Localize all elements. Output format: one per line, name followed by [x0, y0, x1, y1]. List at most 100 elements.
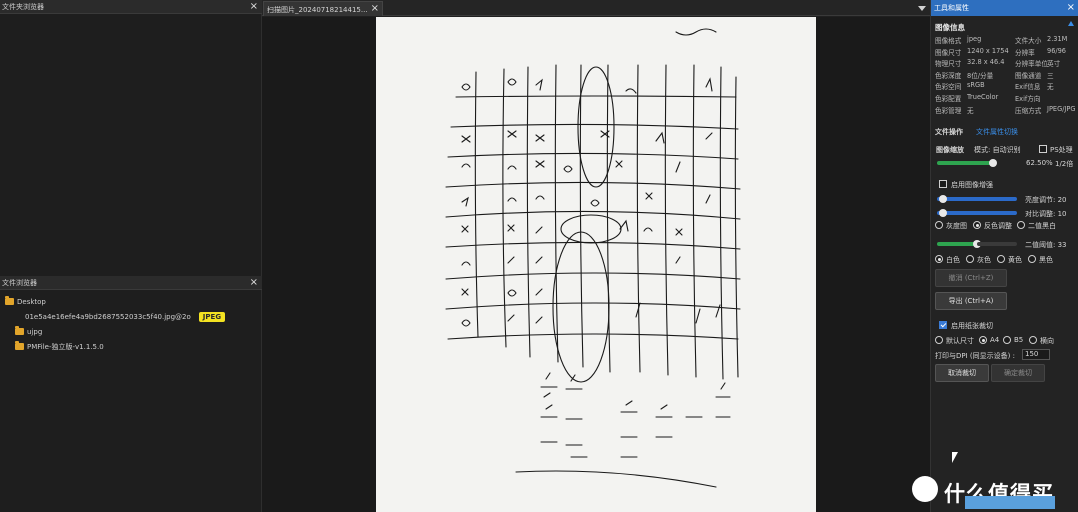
slider-knob[interactable]: [989, 159, 997, 167]
undo-button[interactable]: 撤消 (Ctrl+Z): [935, 269, 1007, 287]
threshold-track: [977, 242, 1017, 246]
contrast-slider[interactable]: [937, 209, 1017, 217]
info-value: TrueColor: [967, 92, 999, 101]
tools-properties-panel: 工具和属性 × 图像信息 图像格式 jpeg 文件大小 2.31M 图像尺寸 1240 …: [930, 0, 1078, 512]
collapse-icon[interactable]: [1068, 21, 1074, 26]
info-value: 32.8 x 46.4: [967, 58, 1005, 67]
left-column: 文件夹浏览器 × 文件浏览器 × Desktop 01e5a4e16efe4a9…: [0, 0, 262, 512]
image-info-title: 图像信息: [935, 23, 965, 32]
folder-browser-panel: 文件夹浏览器 ×: [0, 0, 262, 270]
bg-label: 黑色: [1039, 256, 1053, 264]
close-icon[interactable]: ×: [371, 2, 379, 16]
paper-crop-checkbox[interactable]: [939, 321, 947, 329]
close-icon[interactable]: ×: [1067, 0, 1075, 16]
info-value: 三: [1047, 71, 1054, 80]
tree-item-folder[interactable]: ujpg: [3, 324, 262, 339]
info-value: sRGB: [967, 81, 985, 90]
slider-knob[interactable]: [939, 209, 947, 217]
bg-label: 黄色: [1008, 256, 1022, 264]
info-row: 色彩配置 TrueColor Exif方向: [935, 93, 1078, 105]
info-key: 压缩方式: [1015, 106, 1042, 115]
info-row: 色彩空间 sRGB Exif信息无: [935, 81, 1078, 93]
file-props-toggle-link[interactable]: 文件属性切换: [976, 127, 1018, 137]
close-icon[interactable]: ×: [250, 276, 258, 290]
info-row: 图像尺寸 1240 x 1754 分辨率 96/96: [935, 47, 1078, 59]
paper-crop-label: 启用纸张裁切: [951, 322, 993, 330]
info-value: 无: [967, 106, 974, 115]
info-row: 色彩深度 8位/分量 图像通道三: [935, 70, 1078, 82]
info-value: 无: [1047, 83, 1054, 92]
tree-item-file[interactable]: 01e5a4e16efe4a9bd2687552033c5f40.jpg@2o …: [3, 309, 262, 324]
bg-radio-gray[interactable]: [966, 255, 974, 263]
ps-checkbox[interactable]: [1039, 145, 1047, 153]
size-label: B5: [1014, 336, 1024, 344]
mode-label: 二值黑白: [1028, 222, 1056, 230]
zoom-slider[interactable]: [937, 159, 997, 167]
image-scale-label: 图像缩放: [936, 146, 964, 154]
info-key: 色彩深度: [935, 71, 962, 80]
mode-radio-binary[interactable]: [1017, 221, 1025, 229]
close-icon[interactable]: ×: [250, 0, 258, 14]
info-row: 物理尺寸 32.8 x 46.4 分辨率单位 英寸: [935, 58, 1078, 70]
info-value: 96/96: [1047, 46, 1067, 55]
bg-radio-white[interactable]: [935, 255, 943, 263]
dpi-input[interactable]: 150: [1022, 349, 1050, 360]
info-key: 分辨率单位: [1015, 60, 1048, 69]
bg-radio-yellow[interactable]: [997, 255, 1005, 263]
size-label: 横向: [1040, 337, 1054, 345]
info-value: 1240 x 1754: [967, 46, 1009, 55]
slider-knob[interactable]: [939, 195, 947, 203]
scanned-paper-image: [376, 17, 816, 512]
size-radio-b5[interactable]: [1003, 336, 1011, 344]
threshold-slider[interactable]: [937, 240, 981, 248]
info-key: 文件大小: [1015, 37, 1042, 45]
watermark-logo-icon: [912, 476, 938, 502]
mode-radio-invert[interactable]: [973, 221, 981, 229]
folder-icon: [15, 326, 24, 335]
tools-panel-title: 工具和属性: [934, 4, 969, 12]
zoom-unit: 1/2倍: [1055, 160, 1074, 168]
info-value: 2.31M: [1047, 35, 1068, 43]
info-value: 英寸: [1047, 60, 1061, 69]
document-tabbar: 扫描图片_20240718214415... ×: [262, 0, 930, 16]
watermark-bar: [965, 496, 1055, 509]
info-value: JPEG/JPG: [1047, 104, 1076, 113]
size-radio-default[interactable]: [935, 336, 943, 344]
cancel-crop-button[interactable]: 取消裁切: [935, 364, 989, 382]
tab-label: 扫描图片_20240718214415...: [267, 6, 368, 14]
info-key: 物理尺寸: [935, 60, 962, 69]
zoom-value: 62.50%: [1026, 159, 1053, 167]
scale-mode-text: 模式: 自动识别: [974, 146, 1021, 154]
tab-scanned-image[interactable]: 扫描图片_20240718214415... ×: [263, 1, 383, 16]
tree-item-desktop[interactable]: Desktop: [3, 294, 262, 309]
image-viewer[interactable]: [262, 17, 930, 512]
info-key: Exif方向: [1015, 94, 1041, 103]
bg-radio-black[interactable]: [1028, 255, 1036, 263]
info-value: jpeg: [967, 35, 982, 43]
export-button[interactable]: 导出 (Ctrl+A): [935, 292, 1007, 310]
brightness-label: 亮度调节: 20: [1025, 196, 1067, 204]
size-radio-a4[interactable]: [979, 336, 987, 344]
file-ops-label: 文件操作: [935, 128, 963, 136]
file-browser-title: 文件浏览器: [2, 279, 37, 287]
info-key: 色彩配置: [935, 94, 962, 103]
info-key: 图像通道: [1015, 71, 1042, 80]
tree-item-folder[interactable]: PMFile-独立版-v1.1.5.0: [3, 339, 262, 354]
size-label: 默认尺寸: [946, 337, 974, 345]
folder-icon: [15, 341, 24, 350]
confirm-crop-button[interactable]: 确定裁切: [991, 364, 1045, 382]
info-row: 图像格式 jpeg 文件大小 2.31M: [935, 35, 1078, 47]
size-label: A4: [990, 336, 1000, 344]
brightness-slider[interactable]: [937, 195, 1017, 203]
mode-label: 灰度图: [946, 222, 967, 230]
info-row: 色彩管理无 压缩方式 JPEG/JPG: [935, 105, 1078, 117]
size-radio-landscape[interactable]: [1029, 336, 1037, 344]
chevron-down-icon[interactable]: [918, 6, 926, 11]
enhance-checkbox[interactable]: [939, 180, 947, 188]
mode-label: 反色调整: [984, 222, 1012, 230]
mode-radio-grayscale[interactable]: [935, 221, 943, 229]
watermark: 什么值得买: [908, 462, 1078, 512]
info-value: 8位/分量: [967, 71, 994, 80]
enhance-label: 启用图像增强: [951, 181, 993, 189]
tree-item-label: PMFile-独立版-v1.1.5.0: [27, 342, 104, 351]
